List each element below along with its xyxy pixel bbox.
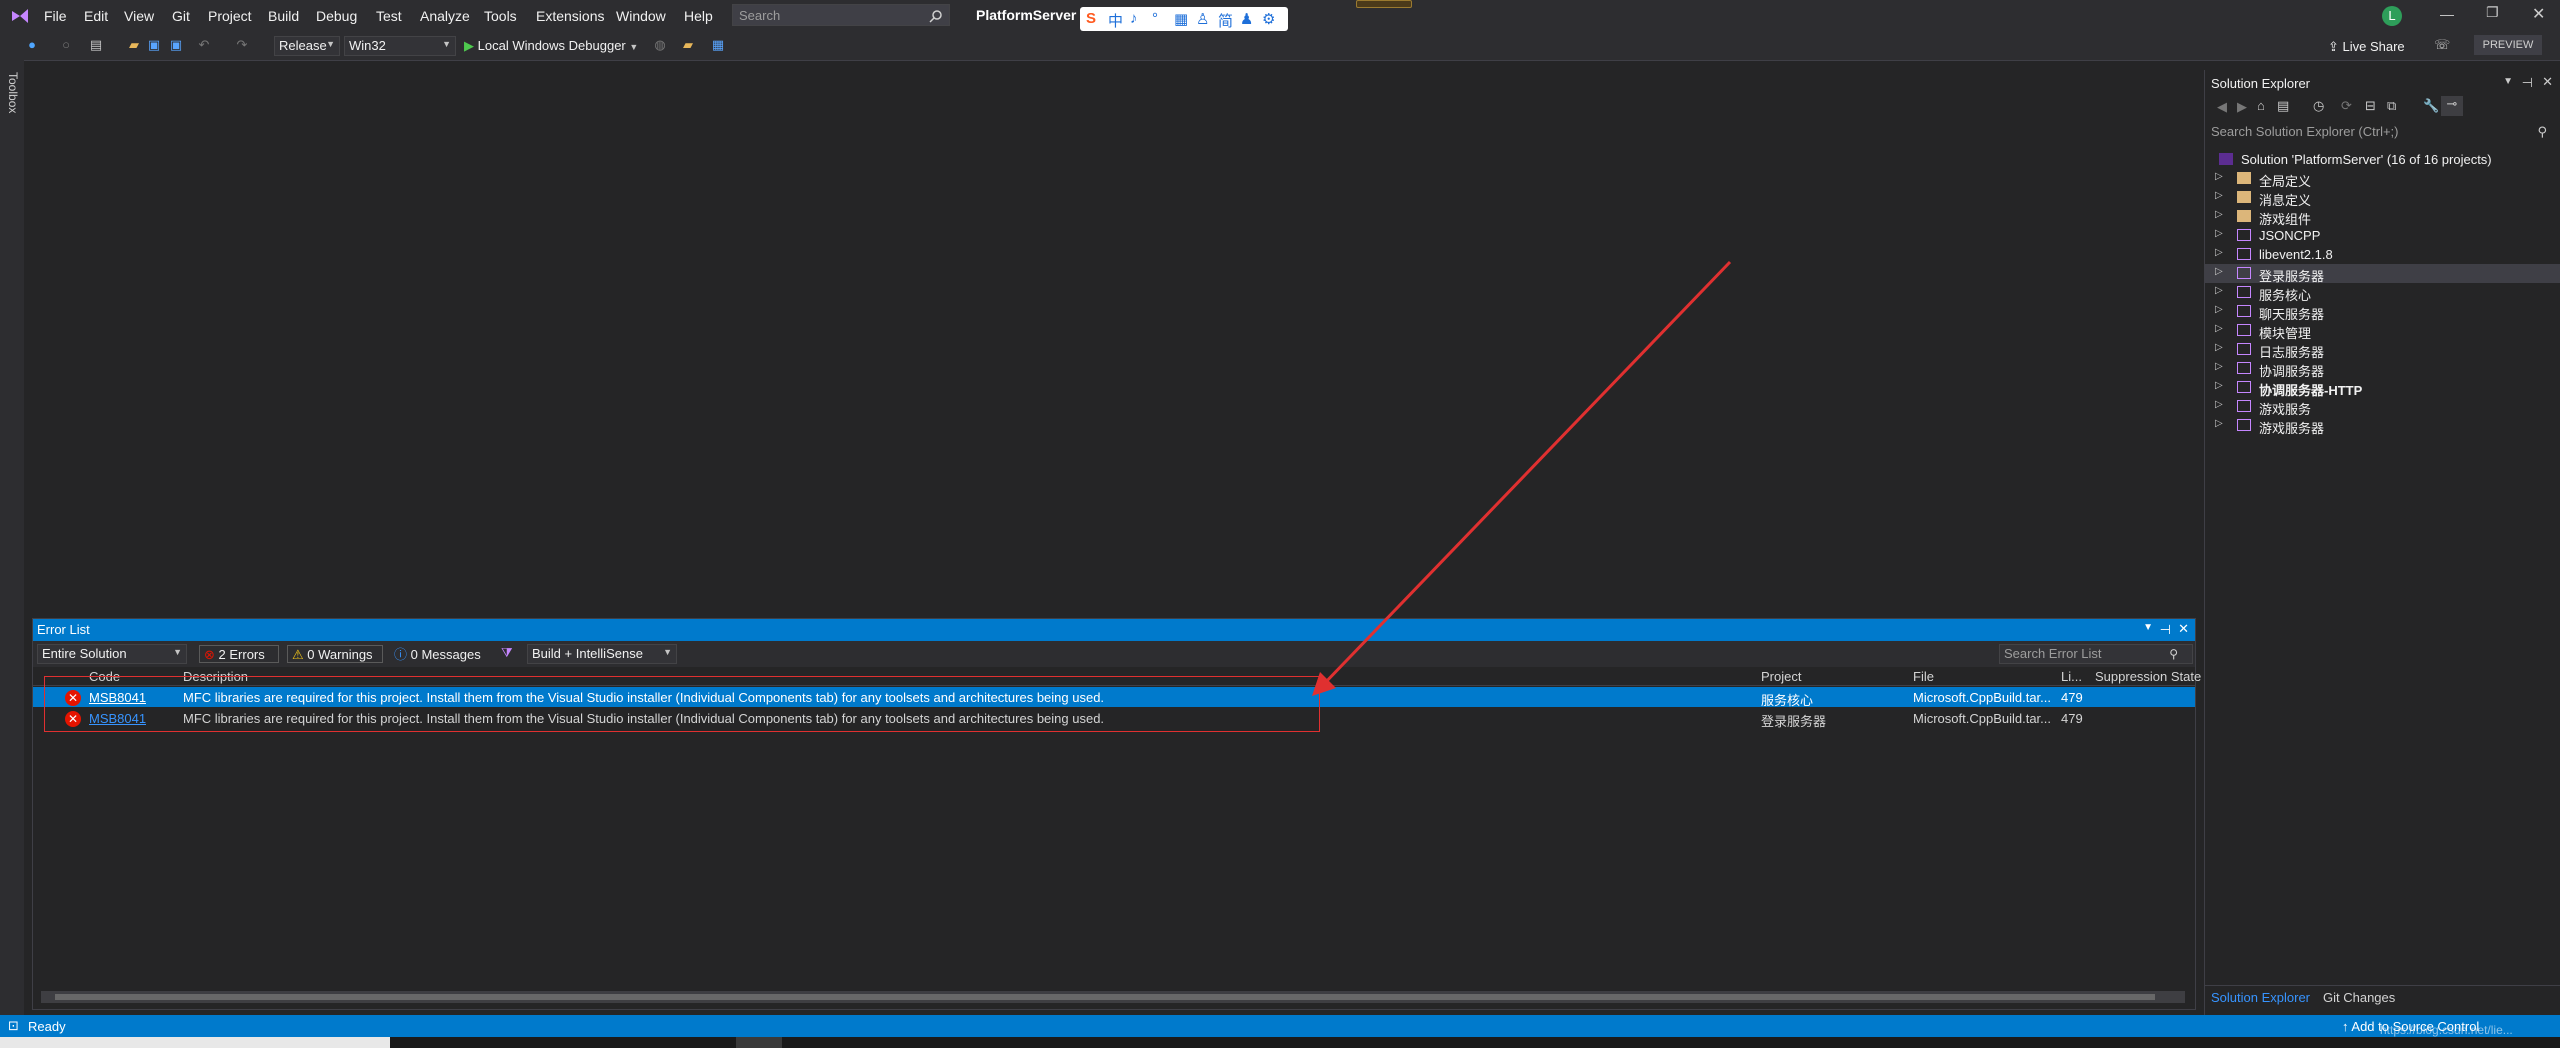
tree-item-label: JSONCPP (2259, 228, 2321, 243)
tree-item[interactable]: ▷ 协调服务器-HTTP (2205, 378, 2560, 398)
expand-arrow-icon[interactable]: ▷ (2215, 361, 2223, 372)
project-icon (2237, 381, 2251, 393)
annotation-arrow (1312, 260, 1732, 696)
tree-item-label: 游戏服务器 (2259, 421, 2325, 436)
solution-root[interactable]: Solution 'PlatformServer' (16 of 16 proj… (2205, 150, 2560, 169)
tree-item[interactable]: ▷ 日志服务器 (2205, 340, 2560, 360)
expand-arrow-icon[interactable]: ▷ (2215, 171, 2223, 182)
status-bar: ⊡ Ready ↑ Add to Source Control https://… (0, 1015, 2560, 1037)
sync-icon[interactable]: ⟳ (2341, 98, 2352, 114)
forward-icon[interactable]: ▶ (2237, 99, 2247, 115)
solution-explorer-search[interactable]: Search Solution Explorer (Ctrl+;) ⚲ (2205, 122, 2560, 142)
pin-icon[interactable]: ⊣ (2522, 75, 2533, 91)
status-icon: ⊡ (8, 1018, 19, 1033)
solution-icon (2219, 153, 2233, 165)
back-icon[interactable]: ◀ (2217, 99, 2227, 115)
history-icon[interactable]: ◷ (2313, 98, 2324, 114)
switch-views-icon[interactable]: ▤ (2277, 98, 2289, 114)
project-icon (2237, 286, 2251, 298)
solution-search-placeholder: Search Solution Explorer (Ctrl+;) (2211, 124, 2399, 139)
tab-solution-explorer[interactable]: Solution Explorer (2211, 990, 2310, 1005)
expand-arrow-icon[interactable]: ▷ (2215, 209, 2223, 220)
properties-icon[interactable]: 🔧 (2423, 98, 2439, 114)
dropdown-icon[interactable]: ▼ (2503, 76, 2513, 87)
tab-git-changes[interactable]: Git Changes (2323, 990, 2395, 1005)
tree-item[interactable]: ▷ 游戏服务 (2205, 397, 2560, 417)
folder-icon (2237, 210, 2251, 222)
expand-arrow-icon[interactable]: ▷ (2215, 323, 2223, 334)
home-icon[interactable]: ⌂ (2257, 98, 2265, 113)
taskbar-app[interactable] (736, 1037, 782, 1048)
tree-item[interactable]: ▷ 聊天服务器 (2205, 302, 2560, 322)
solution-root-label: Solution 'PlatformServer' (16 of 16 proj… (2241, 152, 2492, 167)
expand-arrow-icon[interactable]: ▷ (2215, 304, 2223, 315)
project-icon (2237, 305, 2251, 317)
tree-item[interactable]: ▷ 游戏组件 (2205, 207, 2560, 227)
project-icon (2237, 248, 2251, 260)
taskbar-strip (0, 1037, 2560, 1048)
project-icon (2237, 400, 2251, 412)
tree-item[interactable]: ▷ 游戏服务器 (2205, 416, 2560, 436)
close-icon[interactable]: ✕ (2542, 74, 2553, 90)
preview-selected-icon[interactable]: ⊸ (2441, 96, 2463, 116)
tree-item[interactable]: ▷ 登录服务器 (2205, 264, 2560, 284)
expand-arrow-icon[interactable]: ▷ (2215, 228, 2223, 239)
tree-item[interactable]: ▷ 服务核心 (2205, 283, 2560, 303)
tree-item[interactable]: ▷ 协调服务器 (2205, 359, 2560, 379)
solution-explorer-panel: Solution Explorer ▼ ⊣ ✕ ◀ ▶ ⌂ ▤ ◷ ⟳ ⊟ ⧉ … (2204, 70, 2560, 1015)
expand-arrow-icon[interactable]: ▷ (2215, 380, 2223, 391)
folder-icon (2237, 191, 2251, 203)
tree-item[interactable]: ▷ JSONCPP (2205, 226, 2560, 245)
collapse-all-icon[interactable]: ⊟ (2365, 98, 2376, 114)
status-ready: Ready (28, 1019, 66, 1034)
tree-item[interactable]: ▷ libevent2.1.8 (2205, 245, 2560, 264)
tree-item[interactable]: ▷ 消息定义 (2205, 188, 2560, 208)
tree-item-label: libevent2.1.8 (2259, 247, 2333, 262)
taskbar-search[interactable] (0, 1037, 390, 1048)
solution-explorer-toolbar: ◀ ▶ ⌂ ▤ ◷ ⟳ ⊟ ⧉ 🔧 ⊸ (2205, 96, 2560, 118)
project-icon (2237, 229, 2251, 241)
expand-arrow-icon[interactable]: ▷ (2215, 247, 2223, 258)
expand-arrow-icon[interactable]: ▷ (2215, 342, 2223, 353)
watermark: https://blog.csdn.net/lie... (2380, 1023, 2513, 1037)
expand-arrow-icon[interactable]: ▷ (2215, 285, 2223, 296)
expand-arrow-icon[interactable]: ▷ (2215, 266, 2223, 277)
expand-arrow-icon[interactable]: ▷ (2215, 399, 2223, 410)
solution-explorer-title: Solution Explorer (2211, 76, 2310, 91)
project-icon (2237, 419, 2251, 431)
tree-item[interactable]: ▷ 模块管理 (2205, 321, 2560, 341)
tree-item[interactable]: ▷ 全局定义 (2205, 169, 2560, 189)
project-icon (2237, 362, 2251, 374)
show-all-files-icon[interactable]: ⧉ (2387, 98, 2396, 114)
project-icon (2237, 324, 2251, 336)
project-icon (2237, 267, 2251, 279)
folder-icon (2237, 172, 2251, 184)
expand-arrow-icon[interactable]: ▷ (2215, 418, 2223, 429)
expand-arrow-icon[interactable]: ▷ (2215, 190, 2223, 201)
search-icon: ⚲ (2537, 124, 2547, 139)
project-icon (2237, 343, 2251, 355)
solution-explorer-tabs: Solution Explorer Git Changes (2205, 985, 2560, 1008)
